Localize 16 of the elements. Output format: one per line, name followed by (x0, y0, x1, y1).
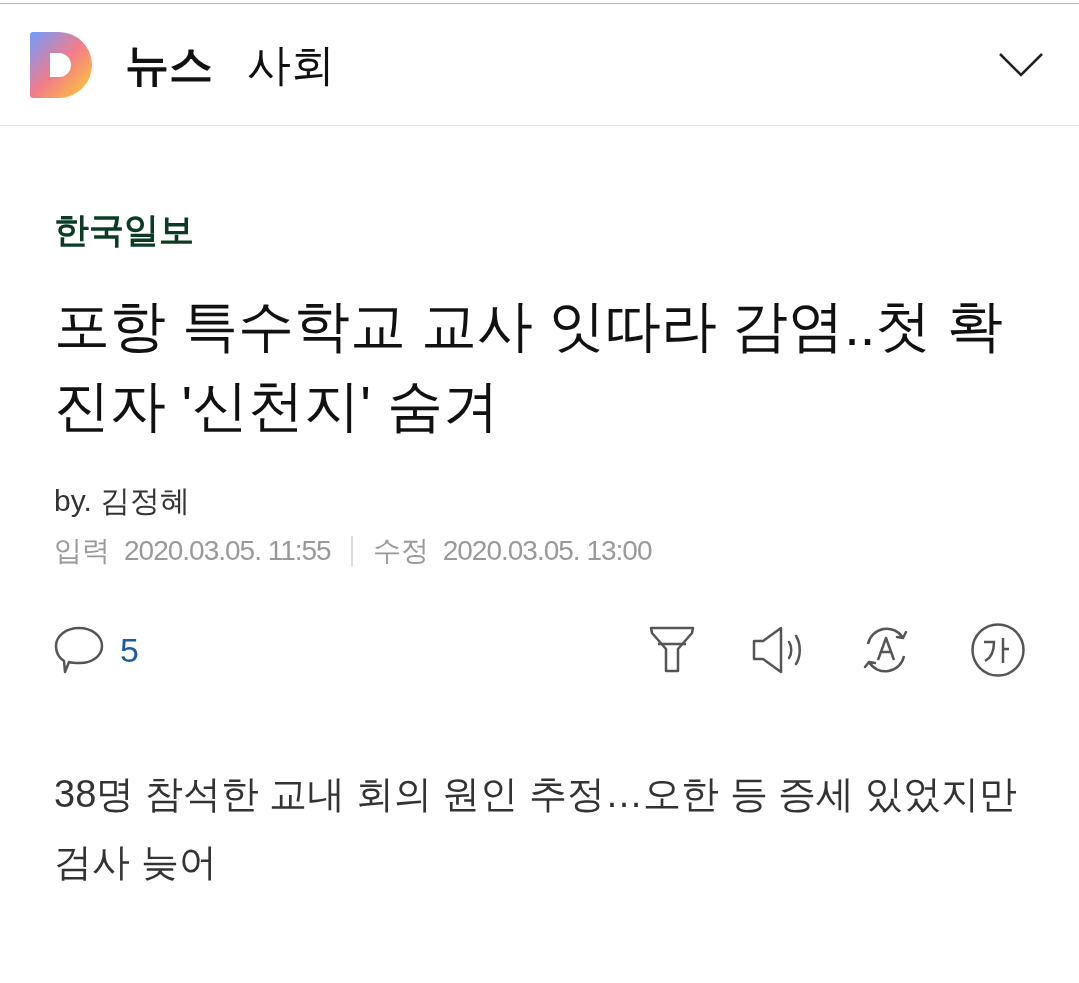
category-title[interactable]: 사회 (247, 42, 335, 87)
section-title[interactable]: 뉴스 (125, 42, 213, 87)
funnel-icon[interactable] (649, 625, 695, 675)
article-headline: 포항 특수학교 교사 잇따라 감염..첫 확진자 '신천지' 숨겨 (54, 293, 1004, 439)
chevron-down-icon[interactable] (999, 52, 1043, 77)
speech-bubble-icon[interactable] (54, 625, 104, 675)
font-size-icon[interactable] (971, 623, 1025, 677)
modified-date: 2020.03.05. 13:00 (442, 534, 652, 568)
byline: by. 김정혜 (54, 483, 192, 519)
daum-logo-icon[interactable] (30, 31, 92, 98)
press-name[interactable]: 한국일보 (54, 210, 1025, 250)
article-summary: 38명 참석한 교내 회의 원인 추정…오한 등 증세 있었지만 검사 늦어 (54, 772, 1018, 885)
published-date: 2020.03.05. 11:55 (124, 534, 331, 568)
published-label: 입력 (54, 534, 110, 568)
modified-label: 수정 (372, 534, 429, 568)
comment-count[interactable]: 5 (120, 633, 139, 667)
